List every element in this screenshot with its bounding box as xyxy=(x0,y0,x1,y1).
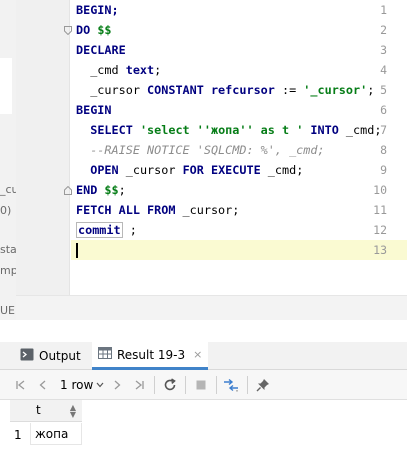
line-number: 6 xyxy=(380,103,387,117)
code-token: DECLARE xyxy=(76,43,126,57)
toolbar-separator xyxy=(185,375,187,394)
left-panel-strip: _cu 0) sta mp UE xyxy=(0,0,19,320)
line-number: 11 xyxy=(373,203,387,217)
code-line: commit ; xyxy=(76,220,137,240)
code-line: END $$; xyxy=(76,180,126,200)
left-panel-selection xyxy=(0,58,12,114)
rows-count-label: 1 row xyxy=(60,377,94,392)
code-token: FOR EXECUTE xyxy=(182,163,268,177)
code-line: _cmd text; xyxy=(76,60,161,80)
code-line: OPEN _cursor FOR EXECUTE _cmd; xyxy=(76,160,303,180)
result-toolbar: 1 row xyxy=(0,370,407,400)
sql-editor[interactable]: 1 2 3 4 5 6 7 8 9 10 11 12 13 BEGIN; DO $$ DECLARE _cm… xyxy=(16,0,407,320)
line-number: 2 xyxy=(380,23,387,37)
column-header-label: t xyxy=(36,403,41,417)
tool-window-tabs: Output Result 19-3 × xyxy=(0,342,407,370)
code-token: refcursor xyxy=(210,83,282,97)
code-token: OPEN xyxy=(90,163,126,177)
code-token: FETCH ALL FROM xyxy=(76,203,183,217)
refresh-icon[interactable] xyxy=(159,374,181,396)
code-token: ; xyxy=(367,83,375,97)
tab-output[interactable]: Output xyxy=(20,342,81,370)
code-token: SELECT xyxy=(90,123,140,137)
column-header-t[interactable]: t ▲ ▼ xyxy=(10,400,82,422)
line-number: 4 xyxy=(380,63,387,77)
line-number: 12 xyxy=(373,223,387,237)
prev-page-icon[interactable] xyxy=(32,374,54,396)
sort-icon[interactable]: ▲ ▼ xyxy=(70,404,76,419)
code-token: _cmd xyxy=(76,63,126,77)
fold-open-icon[interactable] xyxy=(64,26,72,35)
code-token: CONSTANT xyxy=(147,83,211,97)
stop-icon[interactable] xyxy=(190,374,212,396)
code-token: _cursor xyxy=(125,163,183,177)
code-line: _cursor CONSTANT refcursor := '_cursor'; xyxy=(76,80,374,100)
toolbar-separator xyxy=(247,375,249,394)
code-token: _cursor; xyxy=(182,203,240,217)
line-number: 8 xyxy=(380,143,387,157)
table-icon xyxy=(98,347,112,362)
tab-output-label: Output xyxy=(39,349,81,363)
chevron-down-icon xyxy=(96,382,104,387)
pin-icon[interactable] xyxy=(252,374,274,396)
code-line: DO $$ xyxy=(76,20,112,40)
code-line: SELECT 'select ''жопа'' as t ' INTO _cmd… xyxy=(76,120,381,140)
text-caret xyxy=(76,243,78,258)
code-token: ; xyxy=(154,63,162,77)
code-token: $$ xyxy=(104,183,119,197)
code-token: ; xyxy=(118,183,126,197)
fold-close-icon[interactable] xyxy=(64,186,72,195)
code-line: DECLARE xyxy=(76,40,126,60)
code-token: _cursor xyxy=(76,83,148,97)
line-number: 10 xyxy=(373,183,387,197)
code-token: _cmd; xyxy=(345,123,382,137)
row-number: 1 xyxy=(14,428,22,442)
code-token: INTO xyxy=(310,123,346,137)
console-icon xyxy=(20,348,34,364)
line-number: 3 xyxy=(380,43,387,57)
code-token: '_cursor' xyxy=(303,83,368,97)
code-line: BEGIN xyxy=(76,100,112,120)
code-token: ; xyxy=(122,223,137,237)
left-fragment: 0) xyxy=(0,204,12,217)
code-line: BEGIN; xyxy=(76,0,119,20)
toolbar-separator xyxy=(154,375,156,394)
table-cell[interactable]: жопа xyxy=(30,423,82,445)
code-token: END xyxy=(76,183,105,197)
left-fragment: sta xyxy=(0,243,17,256)
code-token: $$ xyxy=(97,23,112,37)
first-page-icon[interactable] xyxy=(10,374,32,396)
editor-scroll-area xyxy=(16,295,407,320)
toolbar-separator xyxy=(216,375,218,394)
next-page-icon[interactable] xyxy=(106,374,128,396)
code-token: 'select ''жопа'' as t ' xyxy=(139,123,304,137)
code-token: DO xyxy=(76,23,98,37)
code-token: BEGIN; xyxy=(76,3,119,17)
code-token: commit xyxy=(76,222,123,238)
line-number: 1 xyxy=(380,3,387,17)
rows-count-selector[interactable]: 1 row xyxy=(54,378,106,392)
tab-result-label: Result 19-3 xyxy=(117,347,186,362)
code-token: BEGIN xyxy=(76,103,112,117)
compare-icon[interactable] xyxy=(221,374,243,396)
last-page-icon[interactable] xyxy=(128,374,150,396)
code-token: := xyxy=(281,83,304,97)
editor-gutter xyxy=(16,0,70,295)
code-line: FETCH ALL FROM _cursor; xyxy=(76,200,239,220)
result-grid[interactable]: t ▲ ▼ 1 жопа xyxy=(0,400,407,473)
code-token: _cmd; xyxy=(267,163,304,177)
code-token: --RAISE NOTICE 'SQLCMD: %', _cmd; xyxy=(76,143,325,157)
close-icon[interactable]: × xyxy=(193,348,202,361)
tab-result[interactable]: Result 19-3 × xyxy=(92,342,209,370)
line-number: 13 xyxy=(373,243,387,257)
code-line: --RAISE NOTICE 'SQLCMD: %', _cmd; xyxy=(76,140,325,160)
left-fragment: UE xyxy=(0,304,16,317)
line-number: 9 xyxy=(380,163,387,177)
code-token: text xyxy=(125,63,155,77)
